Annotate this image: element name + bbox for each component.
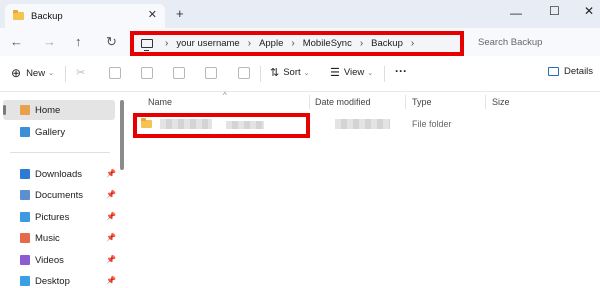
breadcrumb-separator: › bbox=[359, 38, 364, 49]
home-icon bbox=[20, 105, 30, 115]
navigation-bar: ← → ↑ ↻ › your username › Apple › Mobile… bbox=[0, 28, 600, 56]
desktop-icon bbox=[20, 276, 30, 286]
documents-icon bbox=[20, 190, 30, 200]
column-divider[interactable] bbox=[485, 95, 486, 109]
sidebar-item-desktop[interactable]: Desktop bbox=[3, 271, 115, 288]
computer-icon[interactable] bbox=[141, 39, 153, 51]
downloads-icon bbox=[20, 169, 30, 179]
pictures-icon bbox=[20, 212, 30, 222]
new-label: New bbox=[26, 67, 46, 79]
chevron-down-icon: ⌄ bbox=[367, 69, 374, 77]
rename-icon[interactable] bbox=[173, 67, 185, 79]
gallery-icon bbox=[20, 127, 30, 137]
command-bar: ⊕ New ⌄ ✂ ⇅ Sort ⌄ ☰ View ⌄ ··· Details bbox=[0, 56, 600, 92]
new-button[interactable]: ⊕ New ⌄ bbox=[11, 66, 54, 80]
plus-icon: ⊕ bbox=[11, 66, 22, 80]
more-options-button[interactable]: ··· bbox=[395, 64, 407, 78]
sidebar-item-label: Gallery bbox=[35, 126, 66, 138]
navigation-pane: Home Gallery Downloads Documents Picture… bbox=[0, 92, 118, 288]
view-icon: ☰ bbox=[330, 67, 340, 79]
toolbar-divider bbox=[260, 66, 261, 82]
breadcrumb-expand[interactable]: › bbox=[411, 38, 414, 49]
sidebar-item-label: Home bbox=[35, 104, 61, 116]
share-icon[interactable] bbox=[205, 67, 217, 79]
view-button[interactable]: ☰ View ⌄ bbox=[330, 66, 373, 79]
sidebar-item-gallery[interactable]: Gallery bbox=[3, 122, 115, 142]
pin-icon: 📌 bbox=[106, 255, 116, 264]
title-bar: Backup ✕ + — ☐ ✕ bbox=[0, 0, 600, 28]
search-box[interactable]: Search Backup bbox=[470, 31, 596, 53]
close-tab-icon[interactable]: ✕ bbox=[148, 8, 157, 21]
minimize-button[interactable]: — bbox=[510, 6, 522, 20]
sidebar-item-pictures[interactable]: Pictures bbox=[3, 207, 115, 227]
cut-icon[interactable]: ✂ bbox=[76, 66, 88, 79]
sort-caret-icon: ^ bbox=[223, 91, 227, 100]
breadcrumb-separator: › bbox=[165, 38, 169, 49]
chevron-down-icon: ⌄ bbox=[48, 70, 54, 77]
folder-icon bbox=[13, 10, 24, 20]
tab-title: Backup bbox=[31, 10, 63, 22]
copy-icon[interactable] bbox=[109, 67, 121, 79]
breadcrumb-your-username[interactable]: your username bbox=[176, 38, 239, 49]
sort-icon: ⇅ bbox=[270, 67, 280, 79]
up-icon[interactable]: ↑ bbox=[75, 34, 82, 49]
sidebar-item-label: Desktop bbox=[35, 275, 70, 287]
sidebar-item-downloads[interactable]: Downloads bbox=[3, 164, 115, 184]
pin-icon: 📌 bbox=[106, 233, 116, 242]
sidebar-item-label: Music bbox=[35, 232, 60, 244]
sidebar-item-documents[interactable]: Documents bbox=[3, 185, 115, 205]
file-list: ^ Name Date modified Type Size File fold… bbox=[130, 91, 600, 288]
column-header-size[interactable]: Size bbox=[492, 97, 510, 107]
details-pane-icon bbox=[548, 67, 559, 76]
toolbar-divider bbox=[384, 66, 385, 82]
details-label: Details bbox=[564, 66, 594, 77]
toolbar-divider bbox=[65, 66, 66, 82]
pin-icon: 📌 bbox=[106, 212, 116, 221]
column-divider[interactable] bbox=[405, 95, 406, 109]
refresh-icon[interactable]: ↻ bbox=[106, 34, 117, 50]
sidebar-item-home[interactable]: Home bbox=[3, 100, 115, 120]
sidebar-scrollbar[interactable] bbox=[120, 100, 124, 170]
file-type-cell: File folder bbox=[412, 119, 452, 129]
close-window-button[interactable]: ✕ bbox=[584, 4, 594, 18]
paste-icon[interactable] bbox=[141, 67, 153, 79]
sidebar-item-label: Pictures bbox=[35, 211, 70, 223]
tab-backup[interactable]: Backup ✕ bbox=[5, 4, 165, 28]
maximize-button[interactable]: ☐ bbox=[549, 4, 560, 18]
chevron-down-icon: ⌄ bbox=[303, 69, 310, 77]
sidebar-item-music[interactable]: Music bbox=[3, 228, 115, 248]
breadcrumb-separator: › bbox=[247, 38, 252, 49]
breadcrumb-separator: › bbox=[291, 38, 295, 49]
breadcrumb-backup[interactable]: Backup bbox=[371, 38, 403, 49]
sidebar-item-label: Downloads bbox=[35, 168, 82, 180]
details-button[interactable]: Details bbox=[548, 66, 593, 77]
new-tab-button[interactable]: + bbox=[176, 6, 184, 21]
column-header-name[interactable]: Name bbox=[148, 97, 172, 107]
highlight-box bbox=[133, 113, 310, 138]
sidebar-divider bbox=[10, 152, 110, 153]
sort-button[interactable]: ⇅ Sort ⌄ bbox=[270, 66, 310, 79]
column-divider[interactable] bbox=[309, 95, 310, 109]
pin-icon: 📌 bbox=[106, 190, 116, 199]
videos-icon bbox=[20, 255, 30, 265]
search-placeholder: Search Backup bbox=[478, 36, 543, 48]
breadcrumb-apple[interactable]: Apple bbox=[259, 38, 283, 49]
sort-label: Sort bbox=[283, 67, 301, 78]
music-icon bbox=[20, 233, 30, 243]
column-header-date-modified[interactable]: Date modified bbox=[315, 97, 371, 107]
sidebar-item-label: Documents bbox=[35, 189, 84, 201]
address-bar[interactable]: › your username › Apple › MobileSync › B… bbox=[130, 31, 464, 56]
view-label: View bbox=[343, 67, 365, 78]
redacted-date-modified bbox=[335, 119, 390, 129]
back-icon[interactable]: ← bbox=[10, 34, 23, 49]
sidebar-item-videos[interactable]: Videos bbox=[3, 250, 115, 270]
pin-icon: 📌 bbox=[106, 169, 116, 178]
delete-icon[interactable] bbox=[238, 67, 250, 79]
breadcrumb-mobilesync[interactable]: MobileSync bbox=[303, 38, 352, 49]
sidebar-item-label: Videos bbox=[35, 254, 64, 266]
column-header-type[interactable]: Type bbox=[412, 97, 432, 107]
forward-icon[interactable]: → bbox=[43, 34, 56, 49]
pin-icon: 📌 bbox=[106, 276, 116, 285]
